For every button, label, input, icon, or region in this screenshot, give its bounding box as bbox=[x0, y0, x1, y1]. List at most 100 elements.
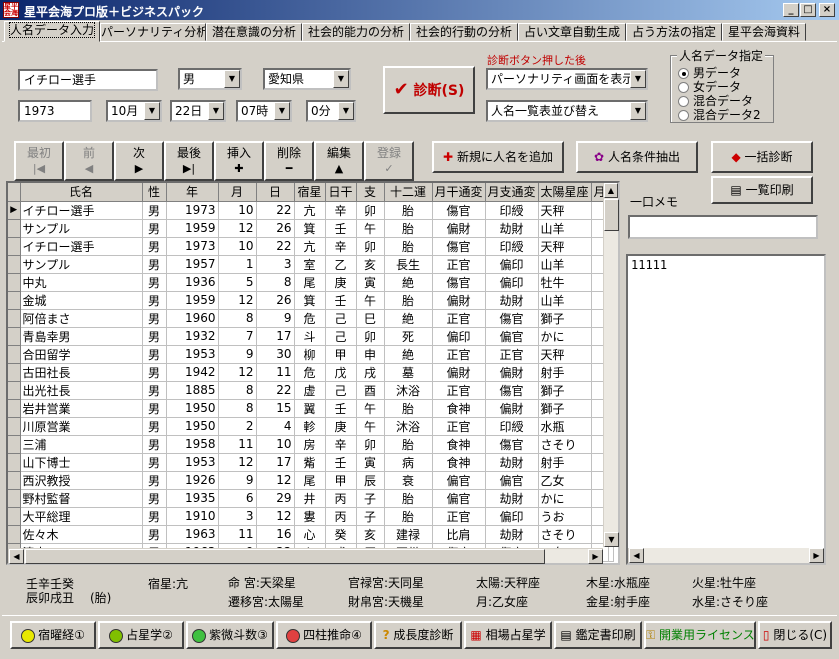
grid-cell[interactable]: 3 bbox=[256, 255, 295, 274]
grid-cell[interactable]: 男 bbox=[142, 327, 167, 346]
astrology-button[interactable]: 占星学② bbox=[98, 621, 184, 649]
grid-cell[interactable]: 12 bbox=[256, 507, 295, 526]
grid-cell[interactable]: 男 bbox=[142, 471, 167, 490]
grid-cell[interactable]: 10 bbox=[218, 201, 257, 220]
month-select[interactable]: 10月 ▼ bbox=[106, 100, 162, 122]
grid-cell[interactable]: 獅子 bbox=[538, 381, 592, 400]
grid-cell[interactable]: 印綬 bbox=[485, 201, 539, 220]
grid-cell[interactable]: 男 bbox=[142, 237, 167, 256]
grid-cell[interactable]: 川原営業 bbox=[20, 417, 143, 436]
grid-cell[interactable]: 乙女 bbox=[538, 471, 592, 490]
grid-cell[interactable]: 1950 bbox=[166, 417, 219, 436]
gender-select[interactable]: 男 ▼ bbox=[178, 68, 242, 90]
grid-cell[interactable]: 午 bbox=[356, 417, 385, 436]
grid-cell[interactable]: 傷官 bbox=[485, 309, 539, 328]
grid-cell[interactable]: 壬 bbox=[325, 219, 357, 238]
market-astrology-button[interactable]: ▦ 相場占星学 bbox=[464, 621, 552, 649]
grid-cell[interactable]: 7 bbox=[218, 327, 257, 346]
tab-auto-text[interactable]: 占い文章自動生成 bbox=[518, 23, 626, 41]
grid-cell[interactable]: 病 bbox=[384, 453, 433, 472]
grid-cell[interactable]: 戊 bbox=[325, 363, 357, 382]
grid-cell[interactable]: 青島幸男 bbox=[20, 327, 143, 346]
h-scroll-thumb[interactable] bbox=[25, 549, 545, 564]
grid-cell[interactable]: 壬 bbox=[325, 399, 357, 418]
grid-cell[interactable]: 傷官 bbox=[432, 201, 486, 220]
grid-cell[interactable]: 胎 bbox=[384, 507, 433, 526]
grid-cell[interactable]: 8 bbox=[256, 273, 295, 292]
memo-text-area[interactable]: 11111 bbox=[626, 254, 826, 565]
table-row[interactable]: 青島幸男男 1932 7 17 斗己卯死偏印 偏官 かに bbox=[8, 327, 614, 346]
grid-cell[interactable]: 1958 bbox=[166, 435, 219, 454]
grid-cell[interactable]: 井 bbox=[294, 489, 326, 508]
grid-cell[interactable]: 男 bbox=[142, 363, 167, 382]
grid-cell[interactable]: 甲 bbox=[325, 345, 357, 364]
grid-cell[interactable]: 胎 bbox=[384, 435, 433, 454]
grid-cell[interactable]: 長生 bbox=[384, 255, 433, 274]
grid-cell[interactable]: さそり bbox=[538, 525, 592, 544]
grid-cell[interactable]: 壬 bbox=[325, 291, 357, 310]
grid-cell[interactable]: 酉 bbox=[356, 381, 385, 400]
sort-action-select[interactable]: 人名一覧表並び替え ▼ bbox=[486, 100, 648, 122]
table-row[interactable]: 大平総理男 1910 3 12 婁丙子胎正官 偏印 うお bbox=[8, 507, 614, 526]
grid-cell[interactable]: 沐浴 bbox=[384, 381, 433, 400]
batch-diagnose-button[interactable]: ◆ 一括診断 bbox=[711, 141, 813, 173]
grid-cell[interactable]: 沐浴 bbox=[384, 417, 433, 436]
grid-cell[interactable]: 偏印 bbox=[485, 273, 539, 292]
grid-cell[interactable]: 12 bbox=[218, 453, 257, 472]
grid-cell[interactable]: 偏財 bbox=[432, 291, 486, 310]
grid-cell[interactable]: 1926 bbox=[166, 471, 219, 490]
grid-cell[interactable]: 阿倍まさ bbox=[20, 309, 143, 328]
grid-cell[interactable]: 11 bbox=[218, 525, 257, 544]
grid-cell[interactable]: 獅子 bbox=[538, 309, 592, 328]
grid-cell[interactable]: 獅子 bbox=[538, 399, 592, 418]
grid-cell[interactable]: 食神 bbox=[432, 453, 486, 472]
column-header[interactable]: 十二運 bbox=[384, 183, 433, 202]
grid-cell[interactable]: 野村監督 bbox=[20, 489, 143, 508]
grid-cell[interactable]: 辰 bbox=[356, 471, 385, 490]
table-row[interactable]: 古田社長男 1942 12 11 危戊戌墓偏財 偏財 射手 bbox=[8, 363, 614, 382]
grid-cell[interactable]: 偏官 bbox=[485, 471, 539, 490]
grid-cell[interactable]: 傷官 bbox=[485, 435, 539, 454]
grid-cell[interactable]: 1953 bbox=[166, 345, 219, 364]
grid-cell[interactable]: 1959 bbox=[166, 291, 219, 310]
row-indicator[interactable] bbox=[8, 453, 21, 472]
grid-cell[interactable]: 偏官 bbox=[432, 489, 486, 508]
grid-cell[interactable]: 柳 bbox=[294, 345, 326, 364]
row-indicator[interactable] bbox=[8, 417, 21, 436]
grid-cell[interactable]: 8 bbox=[218, 399, 257, 418]
grid-cell[interactable]: 午 bbox=[356, 399, 385, 418]
grid-cell[interactable]: 辛 bbox=[325, 201, 357, 220]
grid-cell[interactable]: 男 bbox=[142, 507, 167, 526]
grid-cell[interactable]: 虚 bbox=[294, 381, 326, 400]
row-indicator[interactable] bbox=[8, 399, 21, 418]
grid-cell[interactable]: 天秤 bbox=[538, 201, 592, 220]
grid-cell[interactable]: 癸 bbox=[325, 525, 357, 544]
close-button[interactable]: ▯ 閉じる(C) bbox=[758, 621, 832, 649]
grid-cell[interactable]: 卯 bbox=[356, 237, 385, 256]
grid-cell[interactable]: 26 bbox=[256, 219, 295, 238]
grid-cell[interactable]: 山羊 bbox=[538, 255, 592, 274]
scroll-left-icon[interactable]: ◀ bbox=[9, 549, 24, 564]
nav-first-button[interactable]: 最初 |◀ bbox=[14, 141, 64, 181]
grid-vertical-scrollbar[interactable]: ▲ ▼ bbox=[603, 183, 619, 547]
grid-cell[interactable]: 傷官 bbox=[432, 273, 486, 292]
grid-cell[interactable]: 卯 bbox=[356, 435, 385, 454]
grid-cell[interactable]: 10 bbox=[218, 237, 257, 256]
grid-cell[interactable]: 天秤 bbox=[538, 345, 592, 364]
grid-cell[interactable]: 危 bbox=[294, 363, 326, 382]
sukuyo-button[interactable]: 宿曜経① bbox=[10, 621, 96, 649]
grid-cell[interactable]: 壬 bbox=[325, 453, 357, 472]
grid-cell[interactable]: 箕 bbox=[294, 291, 326, 310]
grid-cell[interactable]: 衰 bbox=[384, 471, 433, 490]
grid-cell[interactable]: 山羊 bbox=[538, 219, 592, 238]
grid-cell[interactable]: 男 bbox=[142, 453, 167, 472]
grid-cell[interactable]: 4 bbox=[256, 417, 295, 436]
grid-cell[interactable]: 正官 bbox=[432, 309, 486, 328]
memo-input[interactable] bbox=[628, 215, 818, 239]
grid-cell[interactable]: うお bbox=[538, 507, 592, 526]
grid-cell[interactable]: 傷官 bbox=[485, 381, 539, 400]
grid-cell[interactable]: 16 bbox=[256, 525, 295, 544]
grid-cell[interactable]: 戌 bbox=[356, 363, 385, 382]
grid-cell[interactable]: 亥 bbox=[356, 255, 385, 274]
table-row[interactable]: 金城男 1959 12 26 箕壬午胎偏財 劫財 山羊 bbox=[8, 291, 614, 310]
